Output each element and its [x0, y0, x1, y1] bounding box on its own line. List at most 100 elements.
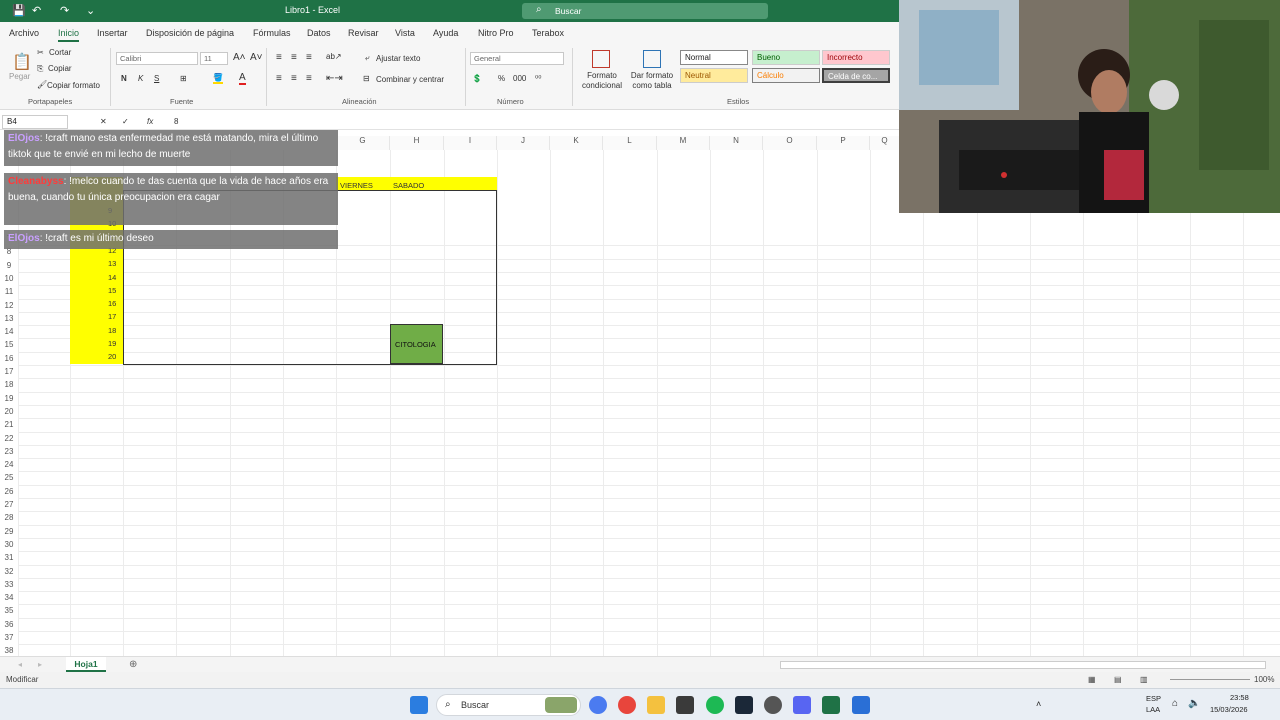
spotify-icon[interactable] [706, 696, 724, 714]
borders-icon[interactable]: ⊞ [180, 74, 187, 83]
steam-icon[interactable] [735, 696, 753, 714]
col-header-o[interactable]: O [763, 136, 817, 150]
row-header[interactable]: 33 [0, 580, 18, 589]
row-header[interactable]: 27 [0, 500, 18, 509]
prev-sheet-icon[interactable]: ◂ [18, 660, 22, 669]
number-format-field[interactable]: General [470, 52, 564, 65]
thousands-icon[interactable]: 000 [513, 74, 526, 83]
orientation-icon[interactable]: ab↗ [326, 52, 342, 61]
cut-icon[interactable]: ✂ [37, 48, 44, 57]
merge-icon[interactable]: ⊟ [363, 74, 370, 83]
paste-button[interactable]: Pegar [9, 72, 30, 81]
font-name-field[interactable]: Calibri [116, 52, 198, 65]
style-celda[interactable]: Celda de co... [822, 68, 890, 83]
percent-icon[interactable]: % [498, 74, 505, 83]
tab-disposicion[interactable]: Disposición de página [146, 28, 234, 38]
format-painter-button[interactable]: Copiar formato [47, 81, 100, 90]
style-neutral[interactable]: Neutral [680, 68, 748, 83]
normal-view-icon[interactable]: ▦ [1088, 675, 1096, 684]
row-header[interactable]: 38 [0, 646, 18, 655]
italic-icon[interactable]: K [138, 74, 143, 83]
cell-citologia[interactable]: CITOLOGIA [395, 340, 436, 349]
col-header-n[interactable]: N [710, 136, 763, 150]
row-header[interactable]: 31 [0, 553, 18, 562]
customize-icon[interactable]: ⌄ [86, 4, 95, 17]
row-header[interactable]: 13 [0, 314, 18, 323]
row-header[interactable]: 24 [0, 460, 18, 469]
formula-input[interactable]: 8 [174, 117, 178, 126]
row-header[interactable]: 17 [0, 367, 18, 376]
notepad-icon[interactable] [852, 696, 870, 714]
cell-b-value[interactable]: 20 [108, 352, 116, 361]
cell-b-value[interactable]: 19 [108, 339, 116, 348]
style-calculo[interactable]: Cálculo [752, 68, 820, 83]
align-right-icon[interactable]: ≡ [306, 73, 312, 84]
tab-datos[interactable]: Datos [307, 28, 331, 38]
shrink-font-icon[interactable]: A˅ [250, 52, 263, 63]
copy-button[interactable]: Copiar [48, 64, 72, 73]
cell-b-value[interactable]: 14 [108, 273, 116, 282]
row-header[interactable]: 32 [0, 567, 18, 576]
merge-center-button[interactable]: Combinar y centrar [376, 75, 444, 84]
row-header[interactable]: 37 [0, 633, 18, 642]
col-header-p[interactable]: P [817, 136, 870, 150]
table-format-button[interactable]: Dar formato como tabla [627, 71, 677, 91]
search-box[interactable]: ⌕ Buscar [522, 3, 768, 19]
conditional-format-icon[interactable] [592, 50, 610, 68]
row-header[interactable]: 35 [0, 606, 18, 615]
row-header[interactable]: 10 [0, 274, 18, 283]
row-header[interactable]: 21 [0, 420, 18, 429]
row-header[interactable]: 11 [0, 287, 18, 296]
row-header[interactable]: 30 [0, 540, 18, 549]
fill-color-icon[interactable]: 🪣 [213, 73, 223, 84]
row-header[interactable]: 16 [0, 354, 18, 363]
page-layout-icon[interactable]: ▤ [1114, 675, 1122, 684]
cell-b-value[interactable]: 18 [108, 326, 116, 335]
row-header[interactable]: 15 [0, 340, 18, 349]
font-size-field[interactable]: 11 [200, 52, 228, 65]
taskbar-search[interactable]: ⌕ Buscar [436, 694, 581, 716]
zoom-slider[interactable] [1170, 679, 1250, 680]
wrap-text-button[interactable]: Ajustar texto [376, 54, 420, 63]
wrap-icon[interactable]: ⤶ [365, 53, 369, 63]
cut-button[interactable]: Cortar [49, 48, 71, 57]
row-header[interactable]: 23 [0, 447, 18, 456]
align-center-icon[interactable]: ≡ [291, 73, 297, 84]
row-header[interactable]: 34 [0, 593, 18, 602]
row-header[interactable]: 20 [0, 407, 18, 416]
app2-icon[interactable] [793, 696, 811, 714]
language-indicator[interactable]: ESP [1146, 694, 1161, 703]
zoom-level[interactable]: 100% [1254, 675, 1274, 684]
align-left-icon[interactable]: ≡ [276, 73, 282, 84]
chevron-up-icon[interactable]: ˄ [1036, 699, 1041, 709]
row-header[interactable]: 29 [0, 527, 18, 536]
windows-start-icon[interactable] [410, 696, 428, 714]
cell-b-value[interactable]: 13 [108, 259, 116, 268]
tab-inicio[interactable]: Inicio [58, 28, 80, 42]
clock-date[interactable]: 15/03/2026 [1210, 705, 1248, 714]
cell-viernes[interactable]: VIERNES [340, 181, 373, 190]
row-header[interactable]: 36 [0, 620, 18, 629]
col-header-k[interactable]: K [550, 136, 603, 150]
cell-b-value[interactable]: 17 [108, 312, 116, 321]
cancel-icon[interactable]: ✕ [100, 117, 107, 126]
align-top-icon[interactable]: ≡ [276, 52, 282, 63]
grow-font-icon[interactable]: A˄ [233, 52, 246, 63]
row-header[interactable]: 22 [0, 434, 18, 443]
currency-icon[interactable]: 💲 [472, 74, 482, 83]
sheet-tab-hoja1[interactable]: Hoja1 [66, 657, 106, 672]
format-painter-icon[interactable]: 🖌 [37, 80, 47, 89]
paste-icon[interactable]: 📋 [12, 52, 32, 72]
align-middle-icon[interactable]: ≡ [291, 52, 297, 63]
align-bottom-icon[interactable]: ≡ [306, 52, 312, 63]
fx-icon[interactable]: fx [147, 117, 153, 126]
row-header[interactable]: 9 [0, 261, 18, 270]
row-header[interactable]: 14 [0, 327, 18, 336]
col-header-m[interactable]: M [657, 136, 710, 150]
bold-icon[interactable]: N [121, 74, 127, 83]
style-incorrecto[interactable]: Incorrecto [822, 50, 890, 65]
language-indicator-2[interactable]: LAA [1146, 705, 1160, 714]
redo-icon[interactable]: ↷ [60, 4, 69, 17]
save-icon[interactable]: 💾 [12, 4, 26, 17]
cell-b-value[interactable]: 16 [108, 299, 116, 308]
